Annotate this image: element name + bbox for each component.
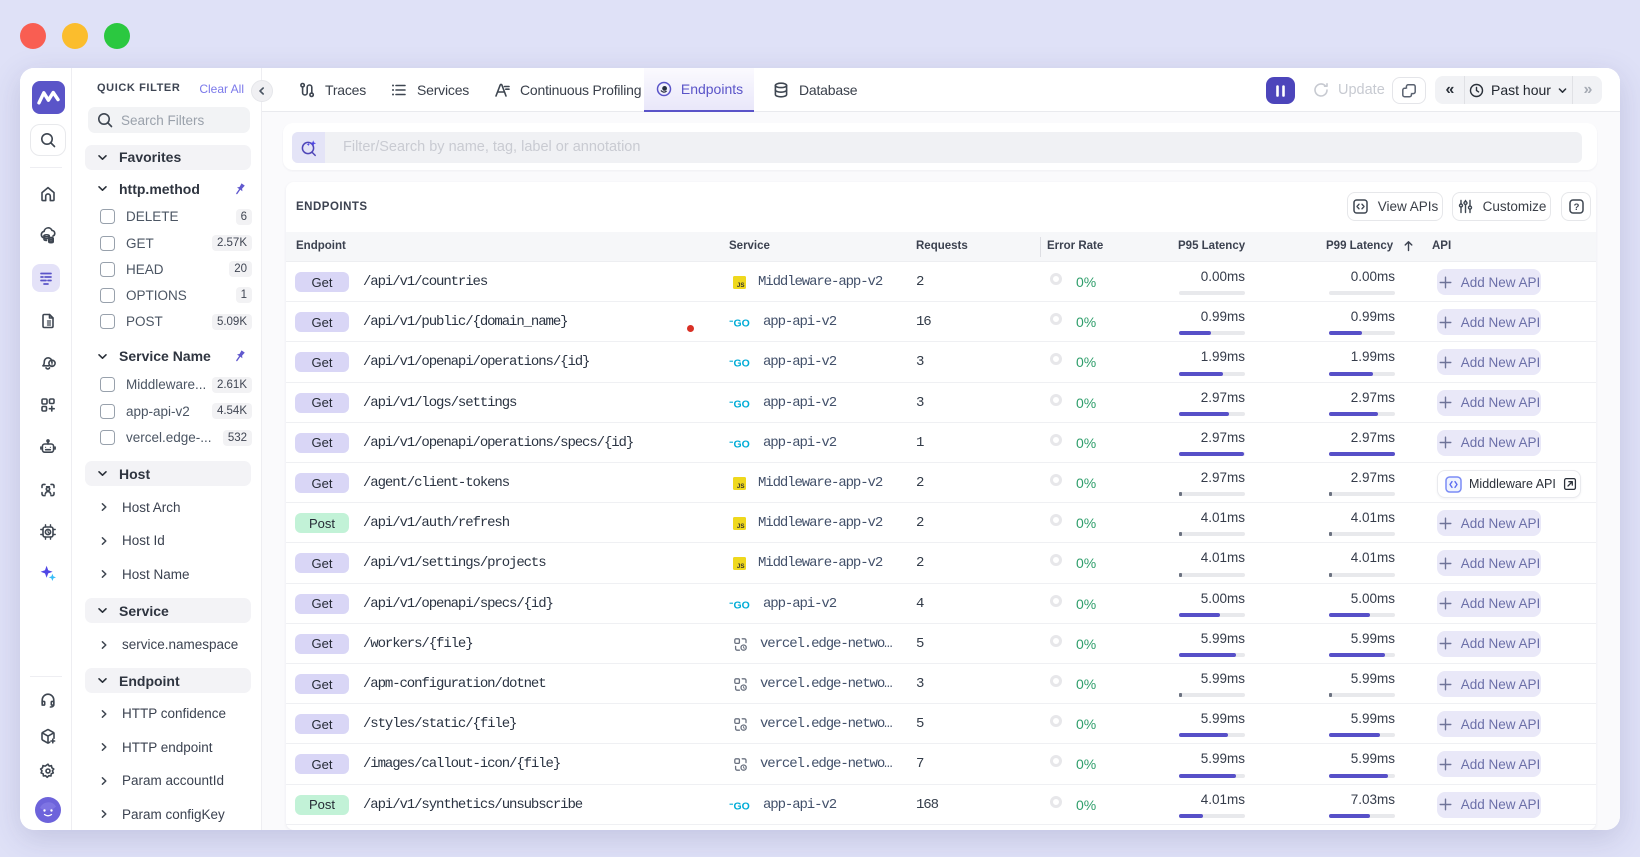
svg-text:GO: GO xyxy=(734,438,750,449)
svg-text:JS: JS xyxy=(737,563,745,570)
svg-text:JS: JS xyxy=(737,282,745,289)
svg-text:GO: GO xyxy=(734,398,750,409)
svg-text:GO: GO xyxy=(734,318,750,329)
svg-text:?: ? xyxy=(1573,202,1579,213)
svg-text:GO: GO xyxy=(734,358,750,369)
svg-text:GO: GO xyxy=(734,599,750,610)
svg-text:JS: JS xyxy=(737,523,745,530)
svg-text:GO: GO xyxy=(734,800,750,811)
svg-text:JS: JS xyxy=(737,483,745,490)
